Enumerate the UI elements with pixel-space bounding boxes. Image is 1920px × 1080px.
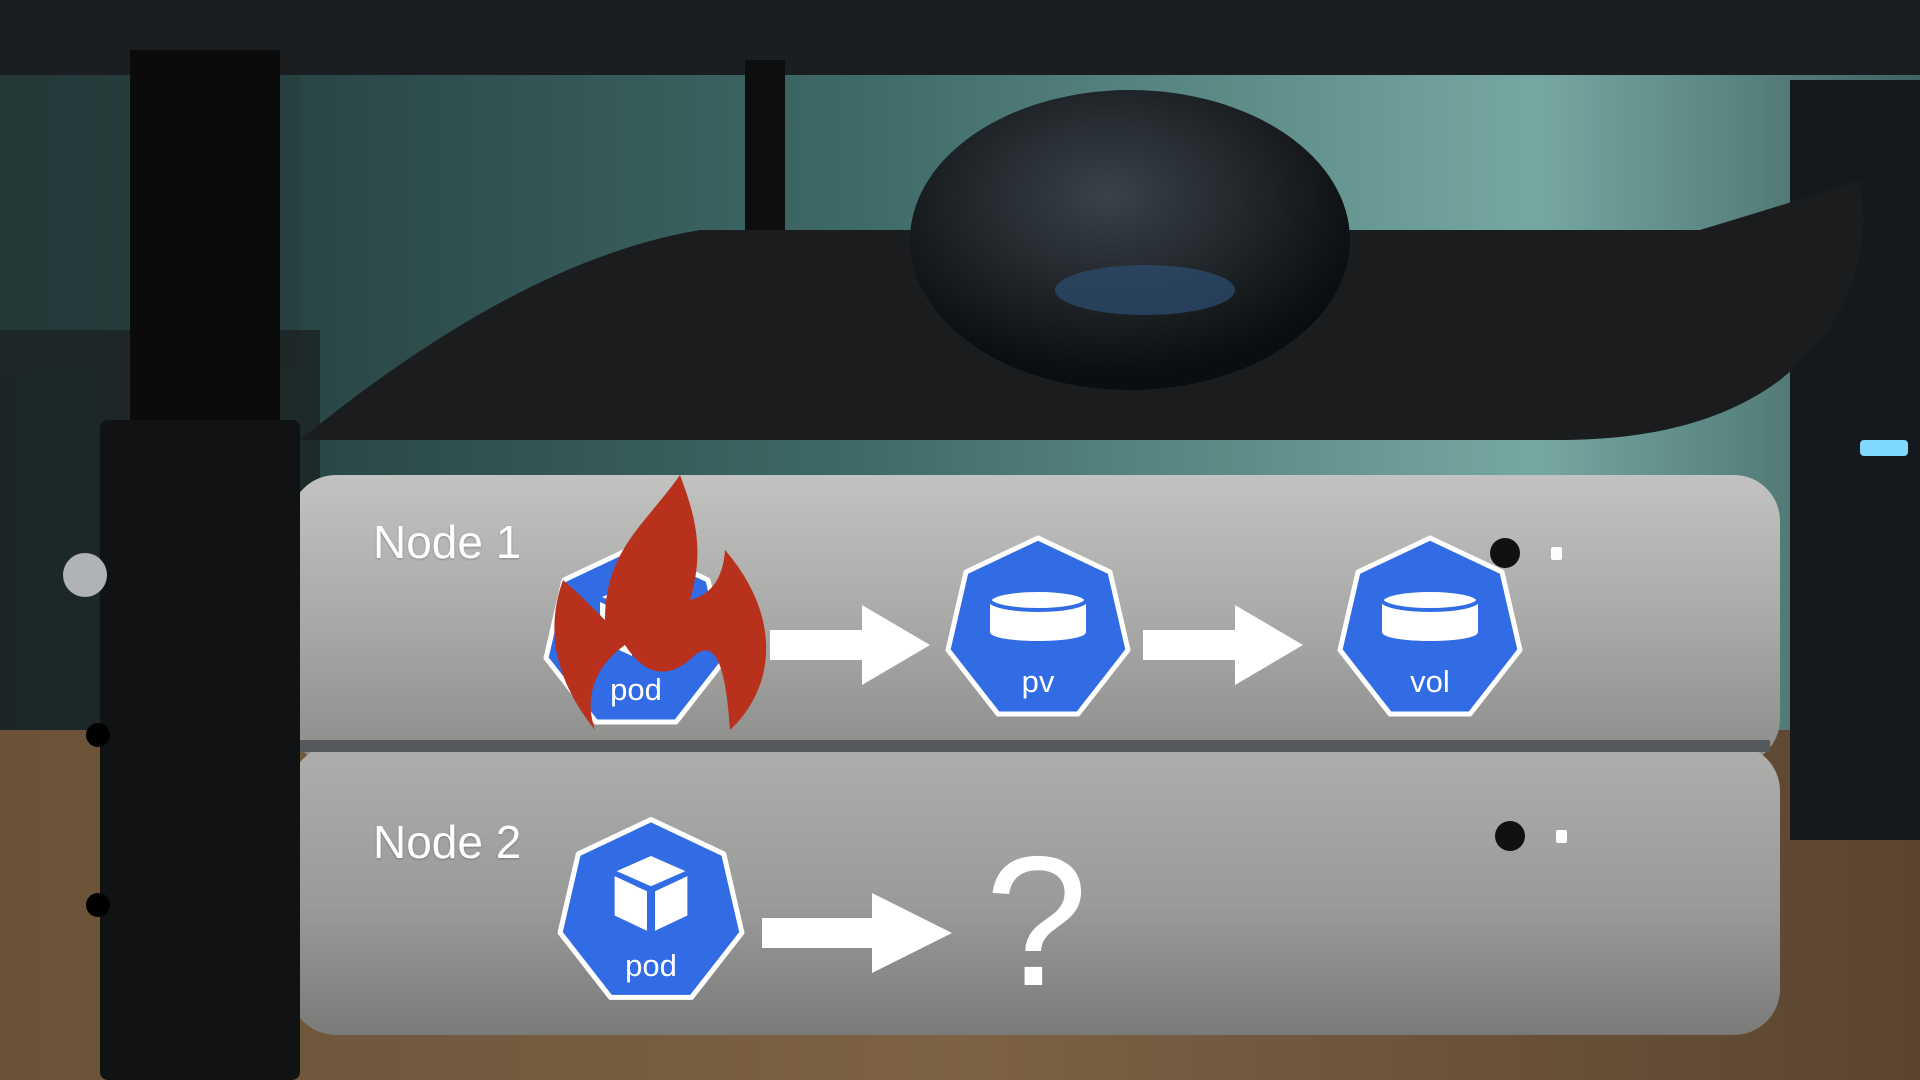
node-2-label: Node 2 — [373, 816, 522, 868]
node-1-vol: vol — [1334, 532, 1526, 722]
node-1-pv: pv — [942, 532, 1134, 722]
node-1-pv-label: pv — [1021, 664, 1055, 699]
arrow-pod-to-pv — [770, 605, 930, 685]
arrow-pod-to-unknown — [762, 893, 952, 973]
unknown-target: ? — [985, 819, 1088, 1025]
node-2-pod-label: pod — [625, 948, 677, 983]
node-1-vol-label: vol — [1410, 664, 1450, 699]
arrow-pv-to-vol — [1143, 605, 1303, 685]
node-1-label: Node 1 — [373, 516, 522, 568]
node-2-pod: pod — [554, 812, 748, 1007]
fire-icon — [554, 475, 767, 730]
scene: Node 1 pod pv vol Node 2 pod ? — [0, 0, 1920, 1080]
